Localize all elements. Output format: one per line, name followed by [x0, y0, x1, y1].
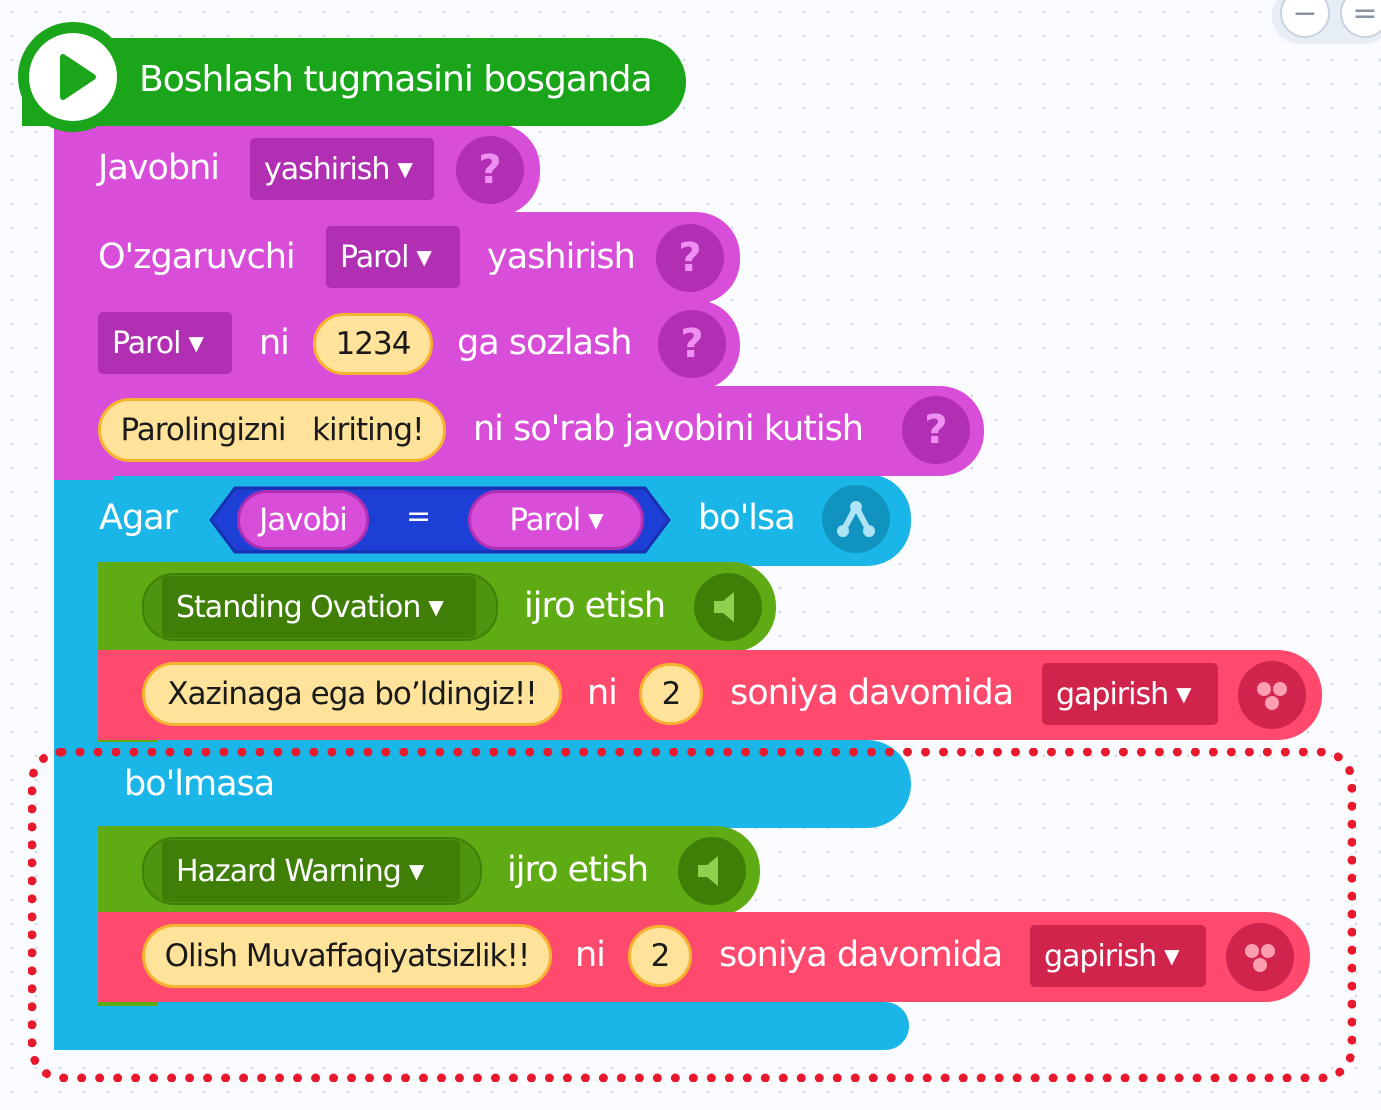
- set-variable-dropdown[interactable]: Parol ▼: [98, 312, 232, 374]
- say-mode-dropdown-1[interactable]: gapirish ▼: [1042, 663, 1218, 725]
- help-icon: ?: [678, 235, 702, 281]
- hide-answer-dropdown[interactable]: yashirish ▼: [250, 138, 434, 200]
- say-mode-dropdown-1-value: gapirish: [1056, 676, 1169, 712]
- ask-and-wait-block[interactable]: Parolingizni kiriting! ni so'rab javobin…: [54, 386, 984, 476]
- password-variable-label: Parol: [509, 502, 581, 538]
- help-icon: ?: [478, 147, 502, 193]
- chevron-down-icon: ▼: [428, 595, 443, 619]
- sound-dropdown-1-value: Standing Ovation: [176, 589, 421, 625]
- set-variable-block[interactable]: Parol ▼ ni 1234 ga sozlash ?: [54, 300, 740, 390]
- play-sound-block-1[interactable]: Standing Ovation ▼ ijro etish: [98, 562, 776, 652]
- question-text-input[interactable]: Parolingizni kiriting!: [98, 398, 446, 462]
- question-text: Parolingizni kiriting!: [120, 412, 424, 448]
- hide-variable-label: O'zgaruvchi: [98, 237, 296, 277]
- ask-help-button[interactable]: ?: [902, 396, 970, 464]
- say-1-ni-label: ni: [587, 673, 618, 713]
- branch-icon: [837, 501, 875, 537]
- play-sound-1-help-button[interactable]: [694, 573, 762, 641]
- answer-reporter[interactable]: Javobi: [237, 490, 369, 550]
- hide-variable-dropdown[interactable]: Parol ▼: [326, 226, 460, 288]
- answer-reporter-label: Javobi: [259, 502, 348, 538]
- start-button-circle[interactable]: [18, 22, 128, 132]
- looks-icon: [1257, 682, 1287, 710]
- chevron-down-icon: ▼: [588, 508, 603, 532]
- hide-variable-help-button[interactable]: ?: [656, 224, 724, 292]
- sound-dropdown-1[interactable]: Standing Ovation ▼: [162, 576, 476, 638]
- then-label: bo'lsa: [698, 498, 796, 538]
- password-variable-reporter[interactable]: Parol ▼: [468, 490, 644, 550]
- say-1-help-button[interactable]: [1238, 661, 1306, 729]
- set-variable-dropdown-value: Parol: [112, 325, 181, 361]
- hide-variable-block[interactable]: O'zgaruvchi Parol ▼ yashirish ?: [54, 212, 740, 304]
- set-variable-suffix-label: ga sozlash: [457, 323, 632, 363]
- help-icon: ?: [924, 407, 948, 453]
- say-for-seconds-block-1[interactable]: Xazinaga ega bo’ldingiz!! ni 2 soniya da…: [98, 650, 1322, 740]
- when-start-clicked-label: Boshlash tugmasini bosganda: [139, 59, 653, 100]
- hide-answer-help-button[interactable]: ?: [456, 136, 524, 204]
- equals-operator: =: [406, 499, 431, 534]
- set-variable-value-input[interactable]: 1234: [313, 313, 433, 375]
- say-text-1: Xazinaga ega bo’ldingiz!!: [167, 676, 537, 712]
- set-variable-ni-label: ni: [259, 323, 290, 363]
- say-seconds-1: 2: [661, 676, 682, 712]
- chevron-down-icon: ▼: [1176, 682, 1191, 706]
- say-1-duration-label: soniya davomida: [730, 673, 1014, 713]
- set-variable-help-button[interactable]: ?: [658, 310, 726, 378]
- play-icon: [60, 54, 96, 100]
- hide-answer-dropdown-value: yashirish: [264, 151, 390, 187]
- else-section-highlight: [28, 748, 1356, 1082]
- say-seconds-input-1[interactable]: 2: [639, 663, 703, 725]
- if-label: Agar: [99, 498, 178, 538]
- say-text-input-1[interactable]: Xazinaga ega bo’ldingiz!!: [142, 662, 562, 726]
- chevron-down-icon: ▼: [416, 245, 432, 269]
- help-icon: ?: [680, 321, 704, 367]
- ask-and-wait-label: ni so'rab javobini kutish: [473, 409, 864, 449]
- chevron-down-icon: ▼: [188, 331, 204, 355]
- if-block-help-button[interactable]: [822, 485, 890, 553]
- hide-variable-dropdown-value: Parol: [340, 239, 409, 275]
- hide-variable-suffix-label: yashirish: [487, 237, 636, 277]
- if-block-header[interactable]: Agar Javobi = Parol ▼ bo'lsa: [54, 474, 911, 566]
- hide-answer-block[interactable]: Javobni yashirish ▼ ?: [54, 124, 540, 216]
- chevron-down-icon: ▼: [397, 157, 412, 181]
- play-sound-1-label: ijro etish: [524, 586, 666, 626]
- hide-answer-label: Javobni: [98, 148, 220, 188]
- speaker-icon: [714, 592, 734, 622]
- set-variable-value: 1234: [335, 326, 412, 362]
